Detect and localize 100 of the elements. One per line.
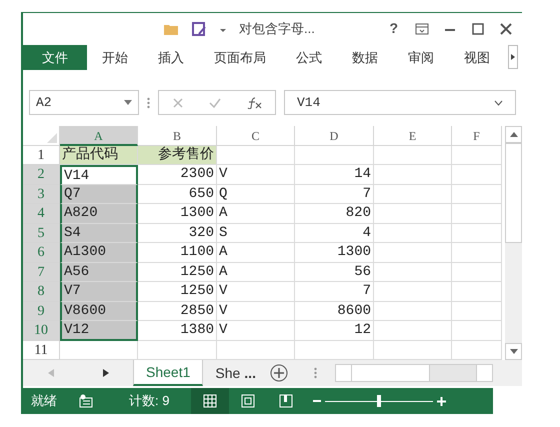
table-cell: V xyxy=(217,321,295,341)
scroll-right-button[interactable] xyxy=(508,44,518,69)
row-header[interactable]: 5 xyxy=(23,224,60,244)
page-icon xyxy=(240,393,256,409)
scroll-right-icon[interactable] xyxy=(102,369,108,378)
table-cell: A56 xyxy=(60,262,138,282)
ribbon-tab[interactable]: 数据 xyxy=(337,44,393,70)
table-cell: 1300 xyxy=(138,204,217,224)
help-button[interactable]: ? xyxy=(385,18,402,40)
table-cell: S4 xyxy=(60,224,138,244)
row-header[interactable]: 2 xyxy=(23,165,60,185)
ribbon-tab[interactable]: 审阅 xyxy=(393,44,449,70)
empty-cell xyxy=(452,243,502,263)
down-arrow-icon xyxy=(510,349,518,354)
maximize-icon[interactable] xyxy=(470,20,486,37)
ribbon-tab[interactable]: 插入 xyxy=(143,44,199,70)
table-cell: 56 xyxy=(295,262,374,282)
table-cell: S xyxy=(217,224,295,244)
column-header[interactable]: A xyxy=(60,126,138,146)
vertical-scrollbar[interactable] xyxy=(505,126,522,360)
empty-cell xyxy=(452,146,502,166)
name-box[interactable]: A2 xyxy=(29,90,139,116)
empty-cell xyxy=(452,184,502,204)
column-header[interactable]: F xyxy=(452,126,502,146)
table-cell: 8600 xyxy=(295,302,374,322)
horizontal-scrollbar[interactable] xyxy=(334,364,493,382)
table-cell: 产品代码 xyxy=(60,146,138,166)
column-header[interactable]: E xyxy=(374,126,452,146)
sheet-tab[interactable]: Sheet1 xyxy=(133,360,204,386)
more-icon xyxy=(147,96,150,109)
table-cell: 320 xyxy=(138,224,217,244)
slider-thumb[interactable] xyxy=(377,395,381,407)
ribbon-tab[interactable]: 公式 xyxy=(281,44,337,70)
table-cell: V xyxy=(217,282,295,302)
ribbon-tab[interactable]: 开始 xyxy=(87,44,143,70)
empty-cell xyxy=(452,165,502,185)
table-cell: V xyxy=(217,165,295,185)
zoom-slider[interactable] xyxy=(325,395,433,407)
chevron-down-icon xyxy=(494,100,503,106)
row-header[interactable]: 4 xyxy=(23,204,60,224)
table-cell: Q7 xyxy=(60,184,138,204)
more-tabs-text[interactable]: ... xyxy=(244,362,256,384)
empty-cell xyxy=(452,302,502,322)
ribbon-tab[interactable]: 视图 xyxy=(449,44,505,70)
ribbon-tab[interactable]: 文件 xyxy=(23,44,87,70)
minus-icon[interactable] xyxy=(313,397,321,405)
column-header[interactable]: C xyxy=(217,126,295,146)
macro-record-icon[interactable] xyxy=(79,394,93,408)
function-icon[interactable] xyxy=(246,96,262,109)
more-icon xyxy=(314,367,317,380)
add-sheet-icon[interactable] xyxy=(270,364,288,382)
table-cell: A xyxy=(217,243,295,263)
row-header[interactable]: 10 xyxy=(23,321,60,341)
empty-cell xyxy=(452,224,502,244)
form-icon[interactable] xyxy=(191,20,207,37)
view-button[interactable] xyxy=(191,388,229,414)
empty-cell xyxy=(452,204,502,224)
table-cell: 1380 xyxy=(138,321,217,341)
table-cell: Q xyxy=(217,184,295,204)
row-header[interactable]: 3 xyxy=(23,184,60,204)
table-cell: 820 xyxy=(295,204,374,224)
table-cell: 2300 xyxy=(138,165,217,185)
table-cell: 1100 xyxy=(138,243,217,263)
row-header[interactable]: 8 xyxy=(23,282,60,302)
grid-icon xyxy=(202,393,218,409)
status-count: 计数: 9 xyxy=(129,392,170,410)
table-cell: 1300 xyxy=(295,243,374,263)
caret-icon xyxy=(511,54,515,60)
table-cell: 2850 xyxy=(138,302,217,322)
table-cell: 1250 xyxy=(138,282,217,302)
table-cell: V7 xyxy=(60,282,138,302)
table-cell: A820 xyxy=(60,204,138,224)
ribbon-display-icon[interactable] xyxy=(414,20,430,37)
table-cell: 1250 xyxy=(138,262,217,282)
table-cell: 参考售价 xyxy=(138,146,217,166)
row-header[interactable]: 7 xyxy=(23,262,60,282)
dropdown-icon xyxy=(124,100,132,106)
table-cell: 650 xyxy=(138,184,217,204)
column-header[interactable]: D xyxy=(295,126,374,146)
up-arrow-icon xyxy=(510,132,518,137)
check-icon[interactable] xyxy=(208,96,221,109)
table-cell: A xyxy=(217,262,295,282)
table-cell: A1300 xyxy=(60,243,138,263)
row-header[interactable]: 6 xyxy=(23,243,60,263)
row-header[interactable]: 9 xyxy=(23,302,60,322)
plus-icon[interactable] xyxy=(437,396,446,406)
status-ready: 就绪 xyxy=(31,392,57,410)
table-cell: 14 xyxy=(295,165,374,185)
empty-cell xyxy=(452,282,502,302)
table-cell: 12 xyxy=(295,321,374,341)
empty-cell xyxy=(452,321,502,341)
table-cell: 7 xyxy=(295,184,374,204)
table-cell: 7 xyxy=(295,282,374,302)
close-icon[interactable] xyxy=(498,20,514,37)
page-break-icon xyxy=(278,393,294,409)
ribbon-tab[interactable]: 页面布局 xyxy=(199,44,281,70)
window-title: 对包含字母... xyxy=(239,20,316,38)
table-cell: 4 xyxy=(295,224,374,244)
table-cell: V8600 xyxy=(60,302,138,322)
formula-field[interactable]: V14 xyxy=(284,90,516,116)
